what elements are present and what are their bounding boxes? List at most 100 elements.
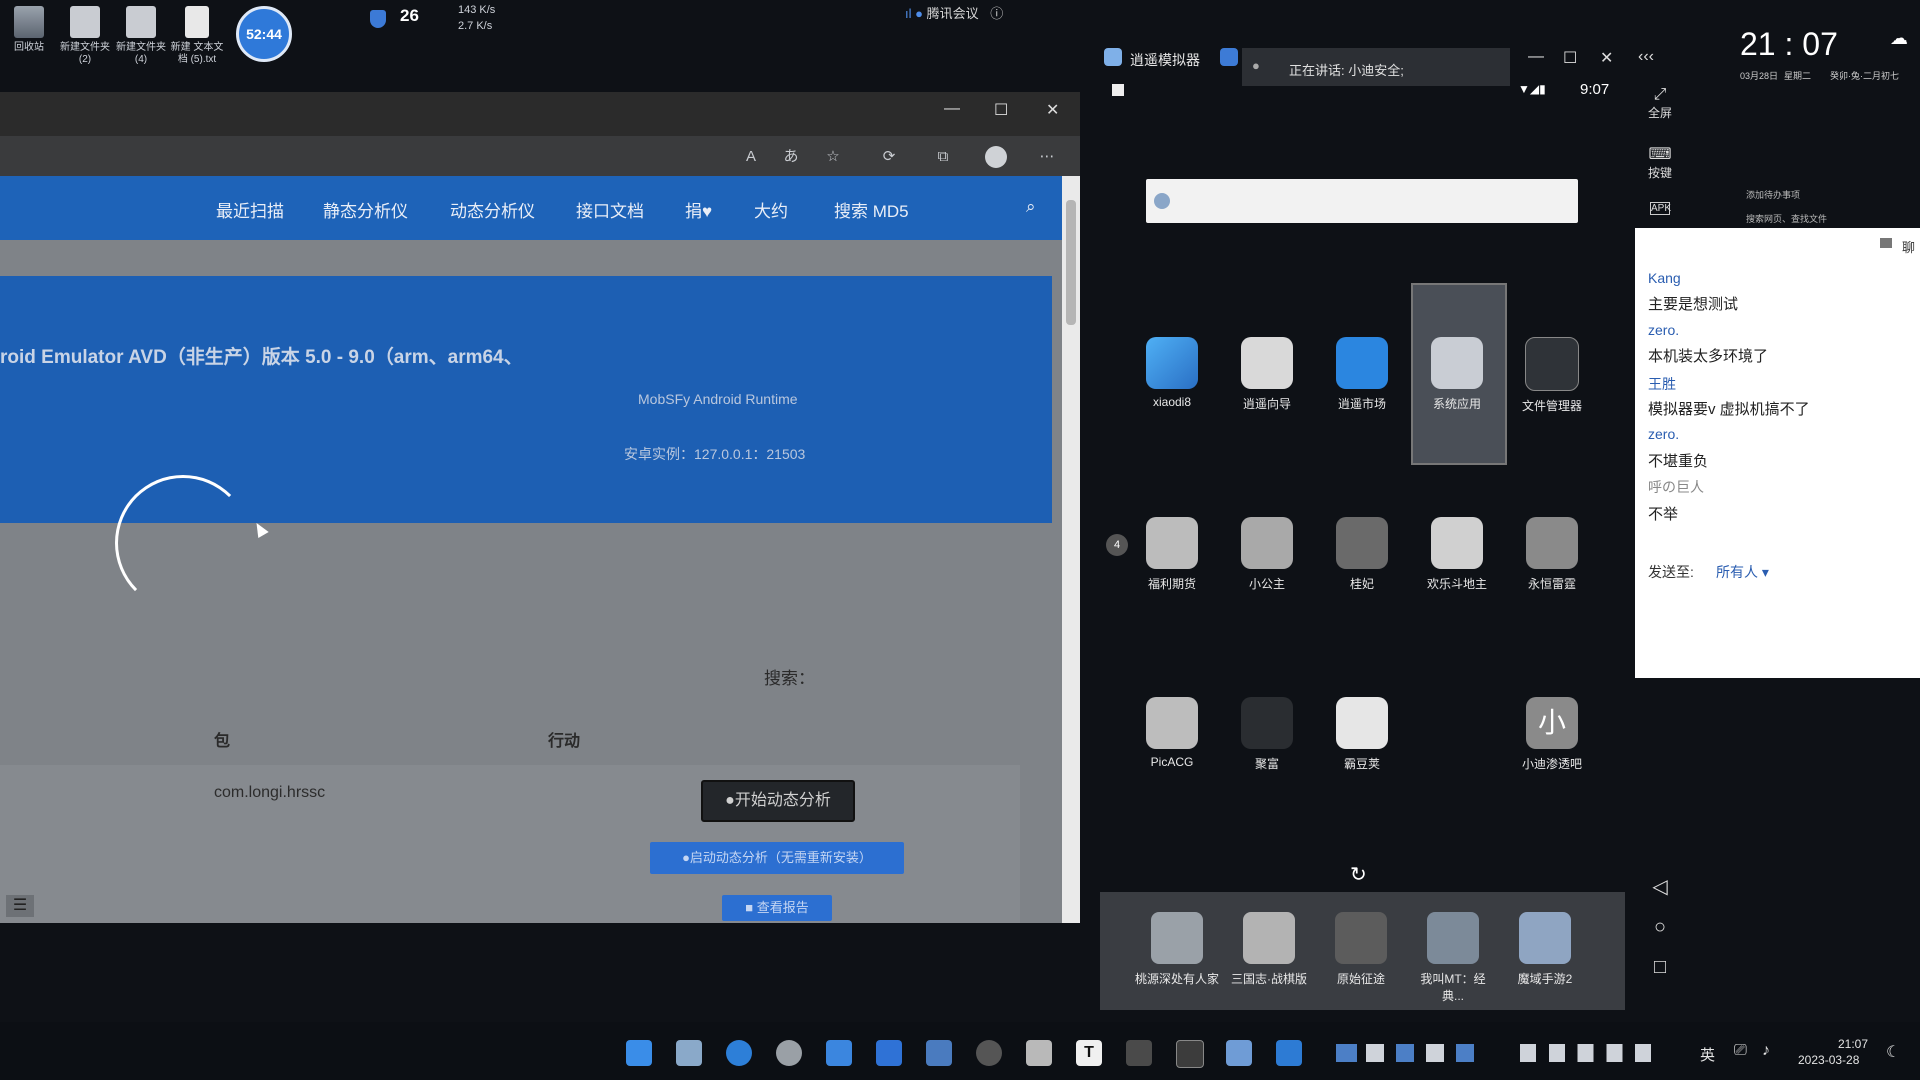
pin-app-icon[interactable] — [826, 1040, 852, 1066]
start-dynamic-analysis-button[interactable]: ●开始动态分析 — [701, 780, 855, 822]
todo-link[interactable]: 添加待办事项 — [1746, 188, 1800, 201]
nav-dynamic-analyzer[interactable]: 动态分析仪 — [450, 197, 535, 222]
temperature: 26 — [400, 6, 419, 25]
emulator-taskbar-icon[interactable] — [1226, 1040, 1252, 1066]
scrollbar-thumb[interactable] — [1066, 200, 1076, 325]
cloud-icon[interactable]: ☁ — [1890, 28, 1908, 49]
start-icon[interactable] — [626, 1040, 652, 1066]
maximize-button[interactable]: ☐ — [994, 100, 1008, 120]
app-xiaodi8[interactable]: xiaodi8 — [1127, 337, 1217, 409]
desktop-icon-folder2[interactable]: 新建文件夹 (2) — [58, 6, 112, 66]
app-guide[interactable]: 逍遥向导 — [1222, 337, 1312, 412]
chat-sender: 呼の巨人 — [1648, 479, 1704, 495]
dock-app-taoyuan[interactable]: 桃源深处有人家 — [1134, 912, 1220, 987]
read-aloud-icon[interactable]: A — [740, 146, 762, 168]
emulator-minimize[interactable]: — — [1528, 48, 1544, 66]
network-icon[interactable]: ⎚ — [1734, 1042, 1747, 1060]
home-button[interactable]: ○ — [1640, 916, 1680, 939]
net-down: 2.7 K/s — [458, 20, 493, 32]
desktop-icon-label: 新建 文本文档 (5).txt — [170, 42, 224, 65]
notification-icon — [1112, 84, 1124, 96]
tray-system-icons[interactable] — [1520, 1044, 1680, 1062]
app-system[interactable]: 系统应用 — [1412, 337, 1502, 412]
translate-icon[interactable]: あ — [780, 146, 802, 168]
notification-center-icon[interactable]: ☾ — [1886, 1042, 1900, 1062]
app-princess[interactable]: 小公主 — [1222, 517, 1312, 592]
nav-static-analyzer[interactable]: 静态分析仪 — [323, 197, 408, 222]
emulator-logo-icon — [1104, 48, 1122, 66]
nav-search-md5[interactable]: 搜索 MD5 — [834, 197, 909, 222]
app-badoujia[interactable]: 霸豆荚 — [1317, 697, 1407, 772]
app-label: 桂妃 — [1349, 577, 1374, 591]
app-guifei[interactable]: 桂妃 — [1317, 517, 1407, 592]
volume-icon[interactable]: ♪ — [1762, 1042, 1770, 1060]
app-thunder[interactable]: 永恒雷霆 — [1507, 517, 1597, 592]
file-explorer-icon[interactable] — [676, 1040, 702, 1066]
desktop-icon-textfile[interactable]: 新建 文本文档 (5).txt — [170, 6, 224, 66]
android-search-bar[interactable] — [1146, 179, 1578, 223]
app-jufu[interactable]: 聚富 — [1222, 697, 1312, 772]
tray-icons[interactable] — [1336, 1044, 1486, 1062]
emulator-maximize[interactable]: ☐ — [1563, 48, 1577, 68]
refresh-extension-icon[interactable]: ⟳ — [878, 146, 900, 168]
dock-app-sanguo[interactable]: 三国志·战棋版 — [1226, 912, 1312, 987]
send-to-dropdown[interactable]: 所有人 ▾ — [1716, 562, 1769, 582]
emulator-collapse-icon[interactable]: ‹‹‹ — [1638, 48, 1654, 66]
info-icon[interactable]: ⓘ — [990, 6, 1003, 21]
chrome-icon[interactable] — [776, 1040, 802, 1066]
app-market[interactable]: 逍遥市场 — [1317, 337, 1407, 412]
dock-app-mt[interactable]: 我叫MT：经典... — [1410, 912, 1496, 1004]
minimize-button[interactable]: — — [944, 100, 960, 118]
edge-icon[interactable] — [726, 1040, 752, 1066]
app-file-manager[interactable]: 文件管理器 — [1507, 337, 1597, 414]
java-icon[interactable] — [1026, 1040, 1052, 1066]
window-icon[interactable] — [1176, 1040, 1204, 1068]
spiral-icon[interactable] — [976, 1040, 1002, 1066]
desktop-icon-recycle[interactable]: 回收站 — [2, 6, 56, 54]
recents-button[interactable]: □ — [1640, 956, 1680, 979]
start-dynamic-no-reinstall-button[interactable]: ●启动动态分析（无需重新安装） — [650, 842, 904, 874]
close-button[interactable]: ✕ — [1046, 100, 1059, 120]
favorite-icon[interactable]: ☆ — [822, 146, 844, 168]
taskbar-date[interactable]: 2023-03-28 — [1798, 1053, 1859, 1067]
app-doudizhu[interactable]: 欢乐斗地主 — [1412, 517, 1502, 592]
nav-about[interactable]: 大约 — [754, 197, 788, 222]
nav-api-docs[interactable]: 接口文档 — [576, 197, 644, 222]
back-button[interactable]: ◁ — [1640, 874, 1680, 899]
meeting-icon[interactable] — [876, 1040, 902, 1066]
view-report-button[interactable]: ■ 查看报告 — [722, 895, 832, 921]
app-xiaodi-pentest[interactable]: 小小迪渗透吧 — [1507, 697, 1597, 772]
refresh-icon[interactable]: ↻ — [1350, 862, 1367, 887]
collections-icon[interactable]: ⧉ — [932, 146, 954, 168]
ime-indicator[interactable]: 英 — [1700, 1044, 1715, 1065]
profile-avatar[interactable] — [985, 146, 1007, 168]
web-search-link[interactable]: 搜索网页、查找文件 — [1746, 212, 1827, 225]
game-icon — [1151, 912, 1203, 964]
nav-recent-scans[interactable]: 最近扫描 — [216, 197, 284, 222]
app-picacg[interactable]: PicACG — [1127, 697, 1217, 769]
app-label: 小迪渗透吧 — [1521, 757, 1582, 771]
meeting-indicator[interactable]: ıl ● 腾讯会议 ⓘ — [905, 3, 1003, 22]
dock-app-yuanshi[interactable]: 原始征途 — [1318, 912, 1404, 987]
app-label: 原始征途 — [1336, 972, 1385, 986]
taskbar-time[interactable]: 21:07 — [1838, 1037, 1868, 1051]
terminal-icon[interactable] — [1126, 1040, 1152, 1066]
vscode-icon[interactable] — [1276, 1040, 1302, 1066]
speaking-text: 正在讲话: 小迪安全; — [1289, 63, 1404, 78]
typora-icon[interactable]: T — [1076, 1040, 1102, 1066]
emulator-badge-icon[interactable] — [1220, 48, 1238, 66]
more-icon[interactable]: ⋯ — [1036, 146, 1058, 168]
nav-donate[interactable]: 捐♥ — [685, 197, 712, 222]
shield-icon — [370, 10, 386, 28]
emulator-close[interactable]: ✕ — [1600, 48, 1613, 68]
app-futures[interactable]: 福利期货 — [1127, 517, 1217, 592]
keymap-button[interactable]: ⌨ 按键 — [1640, 144, 1680, 181]
notes-icon[interactable] — [926, 1040, 952, 1066]
fullscreen-button[interactable]: ⤢ 全屏 — [1640, 86, 1680, 121]
desktop-icon-folder4[interactable]: 新建文件夹 (4) — [114, 6, 168, 66]
dock-app-moyu[interactable]: 魔域手游2 — [1502, 912, 1588, 987]
chat-sender: zero. — [1648, 322, 1680, 338]
search-icon[interactable]: ⌕ — [1026, 197, 1036, 217]
apk-button[interactable]: APK — [1640, 202, 1680, 215]
menu-toggle-icon[interactable]: ☰ — [6, 895, 34, 917]
